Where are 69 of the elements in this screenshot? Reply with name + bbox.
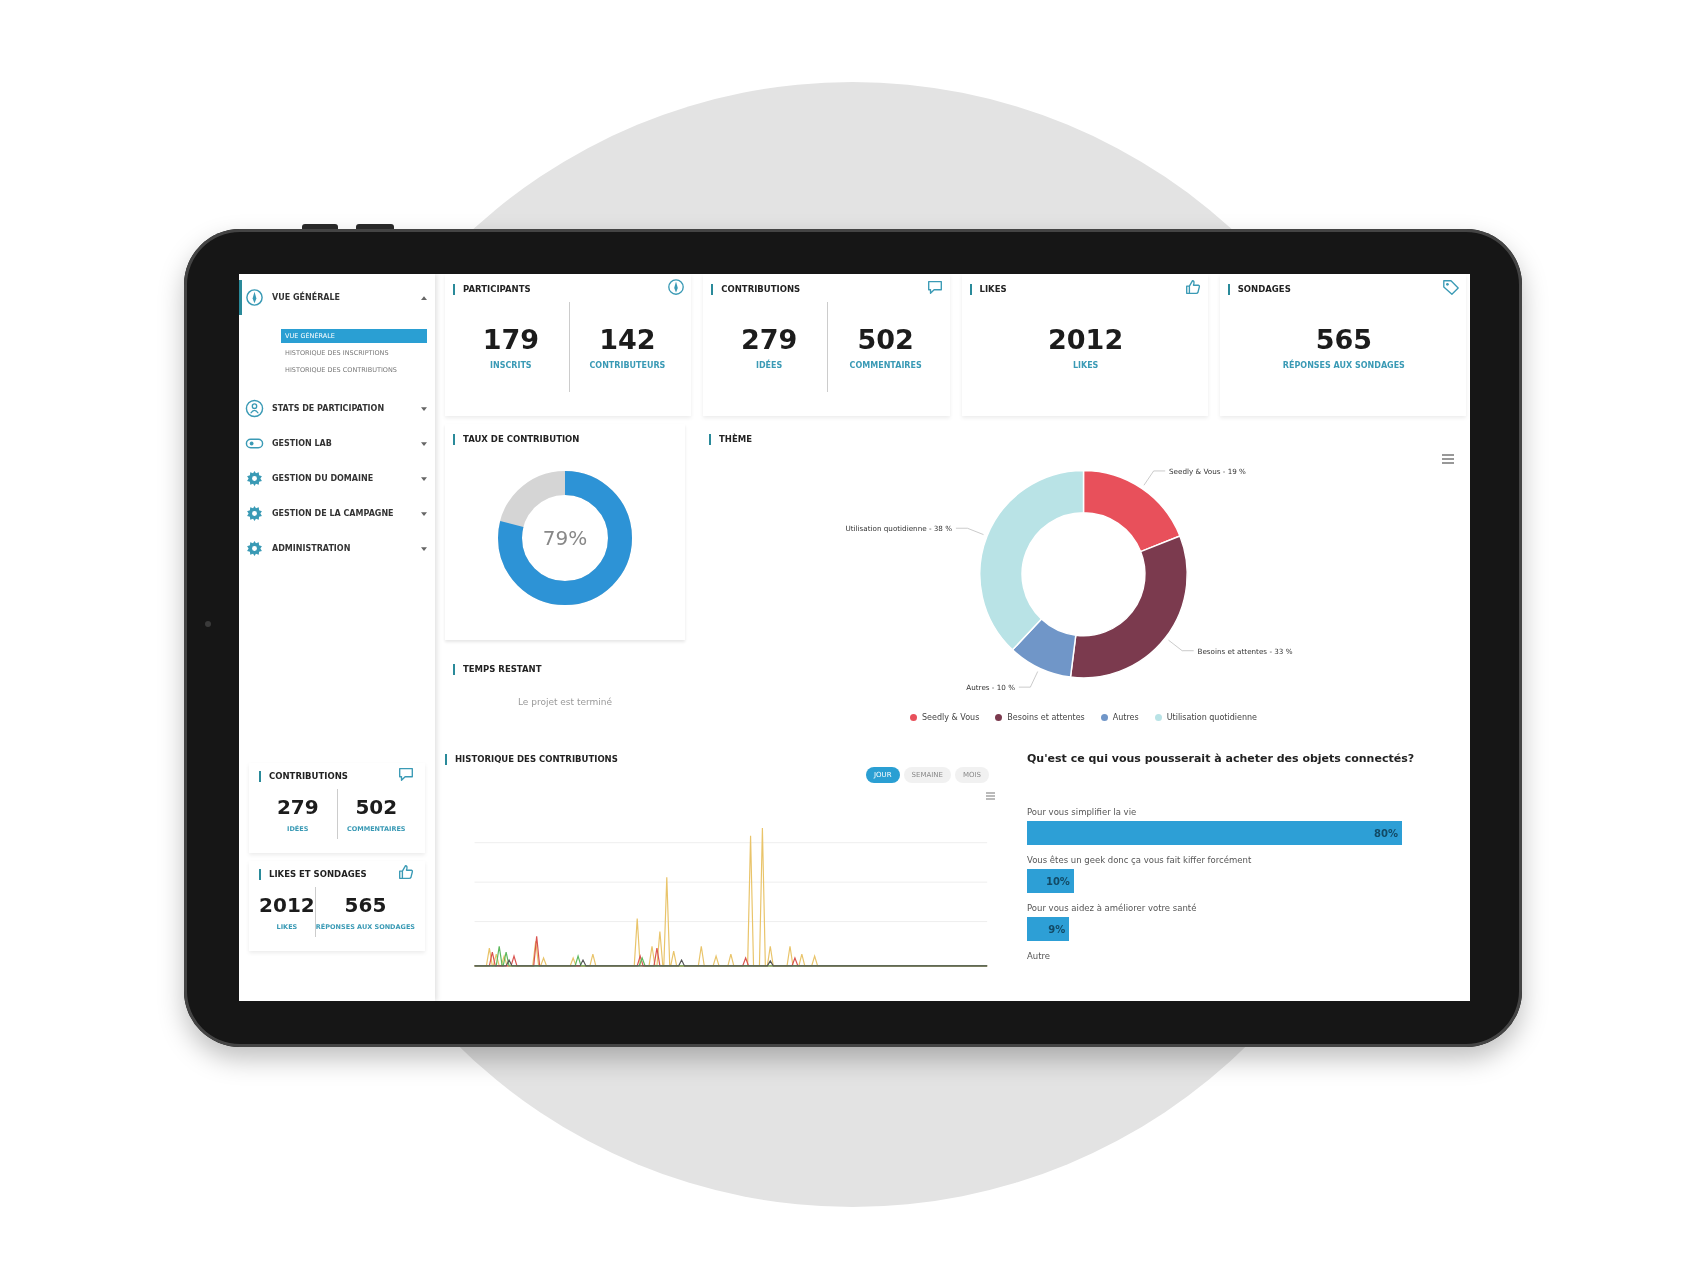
panel-title: PARTICIPANTS	[453, 284, 531, 295]
compass-icon	[667, 278, 686, 296]
stat-label: INSCRITS	[489, 361, 532, 370]
survey-question: Qu'est ce qui vous pousserait à acheter des objets connectés?	[1027, 752, 1416, 765]
person-icon	[245, 399, 264, 418]
thumb-icon	[397, 863, 415, 881]
leader-line	[955, 527, 984, 535]
stat-label: COMMENTAIRES	[849, 361, 922, 370]
stat-value: 2012	[259, 893, 315, 917]
speech-bubble-icon	[397, 765, 415, 783]
stat-value: 565	[344, 893, 387, 917]
panel-title: TAUX DE CONTRIBUTION	[453, 434, 677, 445]
panel-title: THÈME	[709, 434, 752, 445]
stat-label: IDÉES	[755, 361, 783, 370]
sidebar-item[interactable]: GESTION DU DOMAINE	[239, 461, 435, 496]
status-message: Le projet est terminé	[516, 697, 614, 707]
caret-icon[interactable]	[421, 546, 427, 551]
stat-label: CONTRIBUTEURS	[589, 361, 666, 370]
legend-label[interactable]: Autres	[1112, 713, 1139, 722]
legend-label[interactable]: Utilisation quotidienne	[1166, 713, 1257, 722]
answer-label: Vous êtes un geek donc ça vous fait kiffer forcément	[1027, 855, 1253, 865]
panel-title: CONTRIBUTIONS	[259, 771, 348, 782]
panel-title: SONDAGES	[1227, 284, 1291, 295]
stat-label: LIKES	[1072, 361, 1099, 370]
panel-title: LIKES	[969, 284, 1007, 295]
sidebar-item[interactable]: STATS DE PARTICIPATION	[239, 391, 435, 426]
stat-value: 565	[1315, 324, 1373, 355]
leader-line	[1143, 470, 1166, 486]
compass-icon	[245, 288, 264, 307]
stat-value: 279	[276, 795, 319, 819]
answer-label: Autre	[1027, 951, 1052, 961]
leader-line	[1168, 639, 1195, 652]
sidebar-item[interactable]: GESTION LAB	[239, 426, 435, 461]
camera-dot	[205, 621, 211, 627]
percentage-label: 10%	[1045, 875, 1070, 887]
stat-value: 179	[482, 324, 539, 355]
sidebar-item[interactable]: GESTION DE LA CAMPAGNE	[239, 496, 435, 531]
caret-icon[interactable]	[421, 295, 427, 300]
stat-label: RÉPONSES AUX SONDAGES	[1282, 361, 1405, 370]
gear-icon	[245, 504, 264, 523]
sidebar-item[interactable]: VUE GÉNÉRALE	[239, 280, 435, 315]
sidebar-item[interactable]: ADMINISTRATION	[239, 531, 435, 566]
panel-title: LIKES ET SONDAGES	[259, 869, 367, 880]
percentage-label: 80%	[1374, 827, 1398, 839]
legend-label[interactable]: Besoins et attentes	[1007, 713, 1085, 722]
panel-title: TEMPS RESTANT	[453, 664, 677, 675]
thumb-icon	[1183, 278, 1202, 296]
stat-value: 502	[355, 795, 398, 819]
percentage-label: 9%	[1048, 923, 1066, 935]
gear-icon	[245, 469, 264, 488]
stat-value: 502	[857, 324, 914, 355]
caret-icon[interactable]	[421, 476, 427, 481]
caret-icon[interactable]	[421, 511, 427, 516]
gear-icon	[245, 539, 264, 558]
caret-icon[interactable]	[421, 406, 427, 411]
stat-value: 2012	[1048, 324, 1124, 355]
answer-label: Pour vous aidez à améliorer votre santé	[1027, 903, 1198, 913]
panel-title: HISTORIQUE DES CONTRIBUTIONS	[445, 754, 618, 765]
stat-value: 279	[740, 324, 798, 355]
panel-title: CONTRIBUTIONS	[711, 284, 801, 295]
menu-icon[interactable]	[1442, 454, 1454, 464]
caret-icon[interactable]	[421, 441, 427, 446]
speech-bubble-icon	[925, 278, 944, 296]
stat-value: 142	[599, 324, 656, 355]
legend-label[interactable]: Seedly & Vous	[922, 713, 980, 722]
answer-label: Pour vous simplifier la vie	[1027, 807, 1138, 817]
leader-line	[1018, 671, 1039, 688]
tag-icon	[1442, 278, 1460, 296]
progress-reading: 79%	[541, 525, 589, 550]
